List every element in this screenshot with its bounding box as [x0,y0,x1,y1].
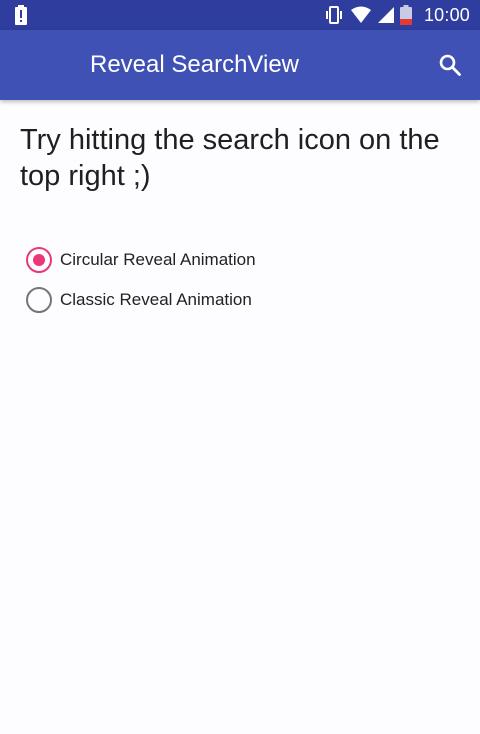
search-icon [439,54,461,76]
battery-icon [399,5,412,25]
animation-radio-group: Circular Reveal Animation Classic Reveal… [26,240,446,320]
search-button[interactable] [434,49,466,81]
status-bar: 10:00 [0,0,480,30]
headline: Try hitting the search icon on the top r… [20,124,440,192]
radio-option-circular[interactable]: Circular Reveal Animation [26,240,446,280]
status-icons: 10:00 [324,0,470,30]
radio-option-classic[interactable]: Classic Reveal Animation [26,280,446,320]
vibrate-icon [325,6,342,24]
status-time: 10:00 [423,4,470,25]
signal-icon [377,7,394,23]
main-content: Try hitting the search icon on the top r… [20,122,470,194]
battery-alert-icon [15,5,27,25]
radio-label-circular: Circular Reveal Animation [60,250,256,269]
radio-button-checked[interactable] [26,247,52,273]
wifi-icon [350,6,371,23]
app-bar: Reveal SearchView [0,30,480,100]
radio-label-classic: Classic Reveal Animation [60,290,252,309]
radio-button-unchecked[interactable] [26,287,52,313]
app-title: Reveal SearchView [90,51,300,78]
